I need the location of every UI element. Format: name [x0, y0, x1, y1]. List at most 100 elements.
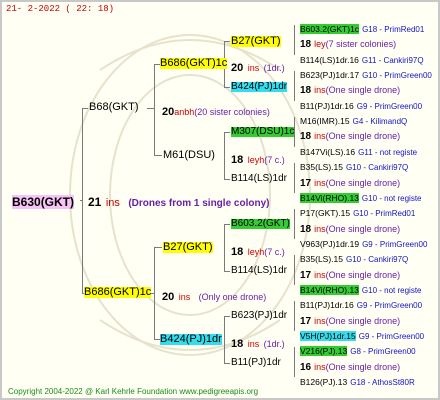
gen4-ref: G4 - KilimandQ	[352, 117, 408, 126]
g2-b-num: 18	[231, 154, 244, 166]
g2-d-name: B424(PJ)1dr	[160, 333, 222, 345]
gen4-row: B35(LS).15 G10 - Cankiri97Q	[300, 250, 408, 266]
gen4-note: (One single drone)	[325, 178, 401, 188]
gen4-unit: ins	[314, 362, 326, 372]
gen4-ref: G10 - PrimGreen00	[362, 71, 432, 80]
g2-d2-branch	[224, 363, 230, 364]
gen4-note: (7 sister colonies)	[325, 39, 397, 49]
gen4-ref: G10 - not registe	[361, 194, 422, 203]
g2-b-connector	[224, 132, 225, 179]
g2-a2-branch	[224, 87, 230, 88]
gen4-unit: ins	[314, 316, 326, 326]
gen4-num: 17	[300, 270, 312, 281]
g3-a2-name: B424(PJ)1dr	[231, 81, 288, 92]
gen4-note: (One single drone)	[325, 224, 401, 234]
gen4-row: P17(GKT).15 G10 - PrimRed01	[300, 204, 415, 220]
g2-b2-branch	[224, 179, 230, 180]
g2-c-note: (7 c.)	[264, 247, 285, 257]
root-num: 21	[88, 195, 102, 209]
gen4-num: 17	[300, 316, 312, 327]
root-name: B630(GKT)	[12, 195, 75, 209]
gen4-row: 17 ins(One single drone)	[300, 266, 400, 282]
gen4-row: B126(PJ).13 G18 - AthosSt80R	[300, 373, 415, 389]
gen4-name: B35(LS).15	[300, 254, 343, 264]
gen4-row: B11(PJ)1dr.16 G9 - PrimGreen00	[300, 296, 422, 312]
g2-d-info: 18 ins (1dr.)	[231, 335, 285, 351]
gen4-ref: G8 - PrimGreen00	[350, 347, 416, 356]
gen4-ref: G11 - not registe	[358, 148, 418, 157]
gen4-name: V216(PJ).13	[300, 346, 348, 356]
g2-c-connector	[224, 224, 225, 271]
gen4-unit: ins	[314, 131, 326, 141]
g1-bottom-info: 20 ins (Only one drone)	[162, 288, 266, 304]
root-unit: ins	[105, 197, 120, 209]
gen4-name: B623(PJ)1dr.17	[300, 70, 360, 80]
g3-a1-name: B27(GKT)	[231, 35, 281, 47]
gen4-row: B114(LS)1dr.16 G11 - Cankiri97Q	[300, 51, 424, 67]
root-info: 21 ins (Drones from 1 single colony)	[88, 194, 269, 210]
gen4-name: B14Vi(RHO).13	[300, 193, 359, 203]
g2-d-unit: ins	[247, 339, 260, 349]
g2-d-connector	[224, 316, 225, 363]
g2-b-name: M61(DSU)	[163, 149, 215, 161]
g2-d-num: 18	[231, 338, 244, 350]
root-note: (Drones from 1 single colony)	[128, 198, 270, 209]
gen4-row: 18 ins(One single drone)	[300, 81, 400, 97]
gen4-row: M16(IMR).15 G4 - KilimandQ	[300, 112, 407, 128]
gen4-num: 17	[300, 178, 312, 189]
gen4-note: (One single drone)	[325, 131, 401, 141]
gen4-row: B14Vi(RHO).13 G10 - not registe	[300, 281, 422, 297]
gen4-ref: G9 - PrimGreen00	[358, 332, 425, 341]
gen4-row: V963(PJ)1dr.19 G9 - PrimGreen00	[300, 235, 427, 251]
gen4-num: 18	[300, 85, 312, 96]
gen4-row: B147Vi(LS).16 G11 - not registe	[300, 143, 417, 159]
gen4-unit: ins	[314, 178, 326, 188]
g2-d-note: (1dr.)	[263, 339, 285, 349]
gen4-row: B623(PJ)1dr.17 G10 - PrimGreen00	[300, 66, 432, 82]
root-stem	[80, 200, 83, 201]
gen4-num: 18	[300, 224, 312, 235]
gen4-row: 18 ins(One single drone)	[300, 220, 400, 236]
gen4-unit: ins	[314, 224, 326, 234]
g1-top-info: 20anbh(20 sister colonies)	[162, 103, 270, 119]
g1-bottom-name: B686(GKT)1c	[84, 286, 152, 298]
gen4-ref: G10 - Cankiri97Q	[346, 255, 409, 264]
g1-top-num: 20	[162, 106, 175, 118]
g3-a1-connector	[294, 25, 295, 55]
gen4-row: V5H(PJ)1dr.15 G9 - PrimGreen00	[300, 327, 424, 343]
g1-bottom-c	[154, 247, 162, 248]
gen4-name: V5H(PJ)1dr.15	[300, 331, 356, 341]
g3-a2-connector	[294, 71, 295, 101]
gen4-note: (One single drone)	[325, 270, 401, 280]
gen4-ref: G9 - PrimGreen00	[356, 102, 423, 111]
g1-top-unit: anbh	[174, 107, 195, 117]
g2-b-note: (7 c.)	[264, 155, 285, 165]
gen4-row: 16 ins(One single drone)	[300, 358, 400, 374]
g1-bottom-unit: ins	[178, 292, 191, 302]
gen4-row: 17 ins(One single drone)	[300, 312, 400, 328]
g2-c-num: 18	[231, 246, 244, 258]
g3-b2-connector	[294, 163, 295, 193]
gen4-row: B603.2(GKT)1c G18 - PrimRed01	[300, 20, 424, 36]
gen4-ref: G10 - not registe	[361, 286, 422, 295]
g2-a1-branch	[224, 41, 230, 42]
gen4-name: B114(LS)1dr.16	[300, 55, 359, 65]
gen4-row: B14Vi(RHO).13 G10 - not registe	[300, 189, 422, 205]
g2-b1-branch	[224, 132, 230, 133]
gen4-name: B11(PJ)1dr.16	[300, 101, 354, 111]
g2-c-info: 18 leyh(7 c.)	[231, 243, 285, 259]
gen4-name: M16(IMR).15	[300, 116, 350, 126]
g2-c-unit: leyh	[247, 247, 265, 257]
root-top-branch	[82, 108, 88, 109]
gen4-name: B14Vi(RHO).13	[300, 285, 359, 295]
gen4-note: (One single drone)	[325, 316, 401, 326]
gen4-name: P17(GKT).15	[300, 208, 351, 218]
g3-c1-connector	[294, 209, 295, 239]
g2-a-unit: ins	[247, 63, 260, 73]
gen4-unit: ins	[314, 270, 326, 280]
gen4-row: 18 ins(One single drone)	[300, 127, 400, 143]
gen4-name: V963(PJ)1dr.19	[300, 239, 360, 249]
gen4-name: B603.2(GKT)1c	[300, 24, 360, 34]
g3-c1-name: B603.2(GKT)	[231, 218, 290, 229]
gen4-num: 18	[300, 131, 312, 142]
